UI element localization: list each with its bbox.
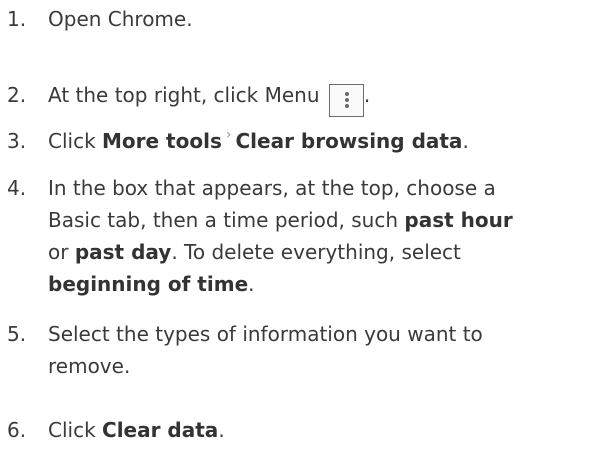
bold-more-tools: More tools [102, 129, 222, 153]
step-number: 1. [7, 7, 27, 31]
step-text-line-1: In the box that appears, at the top, cho… [48, 176, 496, 200]
bold-clear-data: Clear data [102, 418, 219, 442]
step-text-line-3: or past day. To delete everything, selec… [48, 240, 461, 264]
step-number: 2. [7, 83, 27, 107]
chevron-right-icon: › [225, 127, 232, 143]
step-text: At the top right, click Menu . [48, 79, 593, 117]
step-number: 6. [7, 418, 27, 442]
step-text: Click Clear data. [48, 418, 225, 442]
bold-clear-browsing-data: Clear browsing data [235, 129, 463, 153]
step-text-line-4: beginning of time. [48, 272, 255, 296]
step-number: 5. [7, 322, 27, 346]
step-text: Click More tools › Clear browsing data. [48, 125, 593, 161]
step-number: 4. [7, 176, 27, 200]
step-text-line-1: Select the types of information you want… [48, 322, 483, 346]
vertical-dots-menu-icon [328, 84, 364, 117]
step-text: Open Chrome. [48, 7, 193, 31]
step-text-line-2: remove. [48, 354, 131, 378]
step-text-line-2: Basic tab, then a time period, such past… [48, 208, 513, 232]
step-number: 3. [7, 129, 27, 153]
